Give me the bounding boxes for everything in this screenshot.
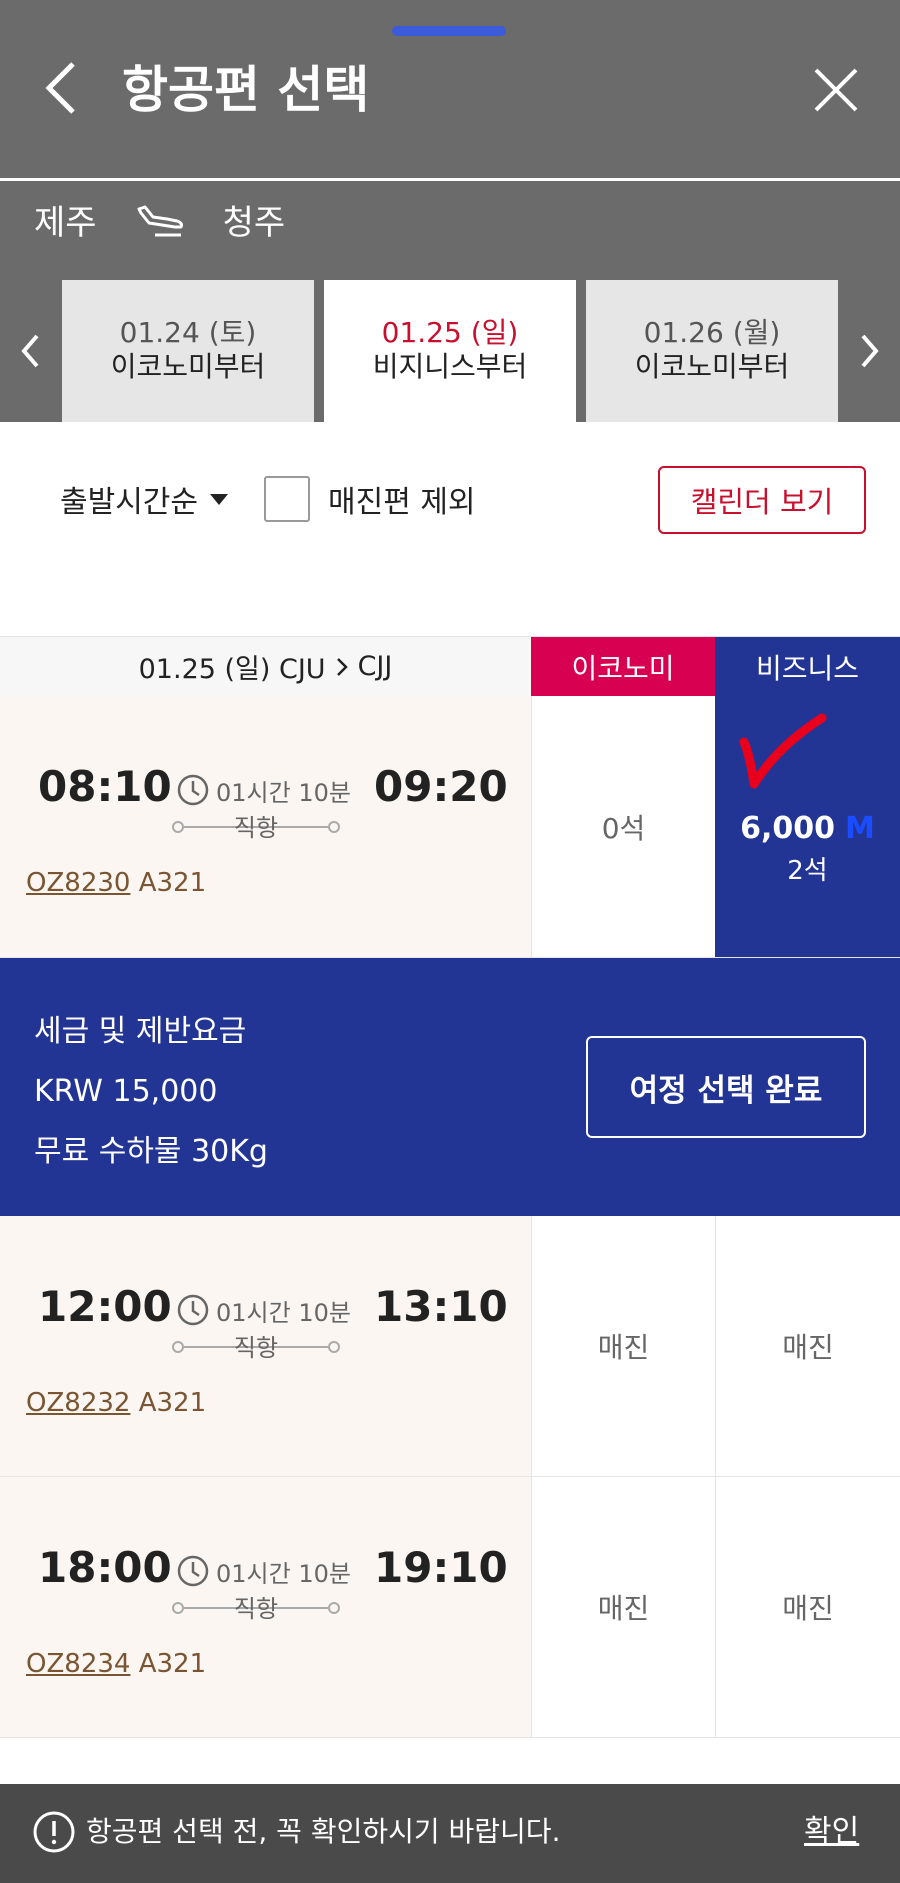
tab-class-from: 이코노미부터 <box>634 350 790 383</box>
economy-column-header: 이코노미 <box>531 637 715 697</box>
economy-fare-cell: 매진 <box>531 1477 715 1737</box>
free-baggage: 무료 수하물 30Kg <box>34 1134 268 1169</box>
business-status: 매진 <box>782 1592 834 1625</box>
flight-info: 12:00 01시간 10분 직항 13:10 OZ8232 A321 <box>0 1216 531 1476</box>
flight-duration: 01시간 10분 직항 <box>172 1551 356 1623</box>
arrival-time: 09:20 <box>374 762 508 811</box>
flight-number: OZ8234 A321 <box>26 1649 206 1679</box>
notice-message: 항공편 선택 전, 꼭 확인하시기 바랍니다. <box>86 1815 561 1848</box>
filter-bar: 출발시간순 매진편 제외 캘린더 보기 <box>0 422 900 636</box>
modal-header: 항공편 선택 제주 청주 01.24 (토) 이코노미부터 01.25 (일) … <box>0 0 900 422</box>
plane-landing-icon <box>137 205 183 237</box>
aircraft-type: A321 <box>138 1649 207 1679</box>
chevron-right-icon <box>861 334 879 368</box>
business-fare-cell: 매진 <box>715 1477 900 1737</box>
date-tab-0126[interactable]: 01.26 (월) 이코노미부터 <box>586 280 838 422</box>
flight-info: 08:10 01시간 10분 직항 09:20 OZ8230 A321 <box>0 696 531 957</box>
duration-text: 01시간 10분 <box>216 778 351 807</box>
business-seats: 2석 <box>787 855 828 886</box>
arrival-time: 19:10 <box>374 1543 508 1592</box>
drag-handle[interactable] <box>392 26 506 36</box>
chevron-left-icon <box>45 62 75 114</box>
notice-bar: 항공편 선택 전, 꼭 확인하시기 바랍니다. 확인 <box>0 1784 900 1883</box>
close-button[interactable] <box>808 62 864 118</box>
mileage-unit: M <box>845 810 875 846</box>
route-summary: 제주 청주 <box>34 194 285 244</box>
tab-date: 01.26 (월) <box>643 316 781 349</box>
back-button[interactable] <box>30 58 90 118</box>
tab-date: 01.25 (일) <box>381 316 519 349</box>
destination-city: 청주 <box>222 202 286 243</box>
aircraft-type: A321 <box>138 868 207 898</box>
date-tab-0124[interactable]: 01.24 (토) 이코노미부터 <box>62 280 314 422</box>
tab-class-from: 비지니스부터 <box>372 350 528 383</box>
aircraft-type: A321 <box>138 1388 207 1418</box>
complete-selection-button[interactable]: 여정 선택 완료 <box>586 1036 866 1138</box>
selected-fare-summary: 세금 및 제반요금 KRW 15,000 무료 수하물 30Kg 여정 선택 완… <box>0 958 900 1216</box>
clock-icon <box>177 774 209 806</box>
flight-duration: 01시간 10분 직항 <box>172 1290 356 1362</box>
departure-time: 18:00 <box>38 1543 172 1592</box>
business-column-header: 비즈니스 <box>715 637 900 697</box>
flight-type: 직항 <box>233 1334 279 1362</box>
clock-icon <box>177 1294 209 1326</box>
flight-number: OZ8230 A321 <box>26 868 206 898</box>
header-divider <box>0 178 900 181</box>
duration-text: 01시간 10분 <box>216 1298 351 1327</box>
business-status: 매진 <box>782 1331 834 1364</box>
fare-table-header: 01.25 (일) CJU CJJ 이코노미 비즈니스 <box>0 636 900 697</box>
economy-fare-cell[interactable]: 0석 <box>531 696 715 957</box>
economy-fare-cell: 매진 <box>531 1216 715 1476</box>
calendar-view-button[interactable]: 캘린더 보기 <box>658 466 866 534</box>
date-tabs: 01.24 (토) 이코노미부터 01.25 (일) 비지니스부터 01.26 … <box>0 280 900 422</box>
tab-date: 01.24 (토) <box>119 316 257 349</box>
exclude-soldout-label: 매진편 제외 <box>328 485 476 520</box>
flight-duration: 01시간 10분 직항 <box>172 770 356 842</box>
flight-row: 12:00 01시간 10분 직항 13:10 OZ8232 A321 매진 매… <box>0 1216 900 1477</box>
exclude-soldout-toggle[interactable]: 매진편 제외 <box>264 474 476 524</box>
arrival-time: 13:10 <box>374 1282 508 1331</box>
checkmark-icon <box>739 713 827 789</box>
next-date-button[interactable] <box>840 280 900 422</box>
economy-status: 매진 <box>597 1592 650 1625</box>
sort-dropdown[interactable]: 출발시간순 <box>60 474 228 524</box>
flight-code-link[interactable]: OZ8234 <box>26 1649 130 1679</box>
route-date-header: 01.25 (일) CJU CJJ <box>0 637 531 697</box>
date-tab-0125[interactable]: 01.25 (일) 비지니스부터 <box>324 280 576 422</box>
page-title: 항공편 선택 <box>122 61 370 119</box>
economy-status: 매진 <box>597 1331 650 1364</box>
chevron-left-icon <box>21 334 39 368</box>
info-icon <box>33 1811 75 1853</box>
flight-row: 18:00 01시간 10분 직항 19:10 OZ8234 A321 매진 매… <box>0 1477 900 1738</box>
chevron-right-icon <box>336 657 348 676</box>
tab-class-from: 이코노미부터 <box>110 350 266 383</box>
flight-type: 직항 <box>233 814 279 842</box>
tax-amount: KRW 15,000 <box>34 1074 218 1109</box>
economy-seats: 0석 <box>601 811 646 845</box>
departure-time: 08:10 <box>38 762 172 811</box>
exclude-soldout-checkbox[interactable] <box>264 476 310 522</box>
flight-code-link[interactable]: OZ8230 <box>26 868 130 898</box>
route-date-origin: 01.25 (일) CJU <box>138 654 326 685</box>
caret-down-icon <box>210 493 228 505</box>
clock-icon <box>177 1555 209 1587</box>
flight-code-link[interactable]: OZ8232 <box>26 1388 130 1418</box>
notice-confirm-link[interactable]: 확인 <box>804 1812 859 1852</box>
route-date-dest: CJJ <box>357 651 393 682</box>
sort-label: 출발시간순 <box>60 485 198 520</box>
departure-time: 12:00 <box>38 1282 172 1331</box>
duration-text: 01시간 10분 <box>216 1559 351 1588</box>
business-fare-cell: 매진 <box>715 1216 900 1476</box>
origin-city: 제주 <box>34 202 97 243</box>
close-icon <box>814 68 858 112</box>
prev-date-button[interactable] <box>0 280 60 422</box>
business-price: 6,000 M <box>740 810 875 846</box>
tax-label: 세금 및 제반요금 <box>34 1014 247 1049</box>
flight-type: 직항 <box>233 1595 279 1623</box>
flight-number: OZ8232 A321 <box>26 1388 206 1418</box>
flight-info: 18:00 01시간 10분 직항 19:10 OZ8234 A321 <box>0 1477 531 1737</box>
